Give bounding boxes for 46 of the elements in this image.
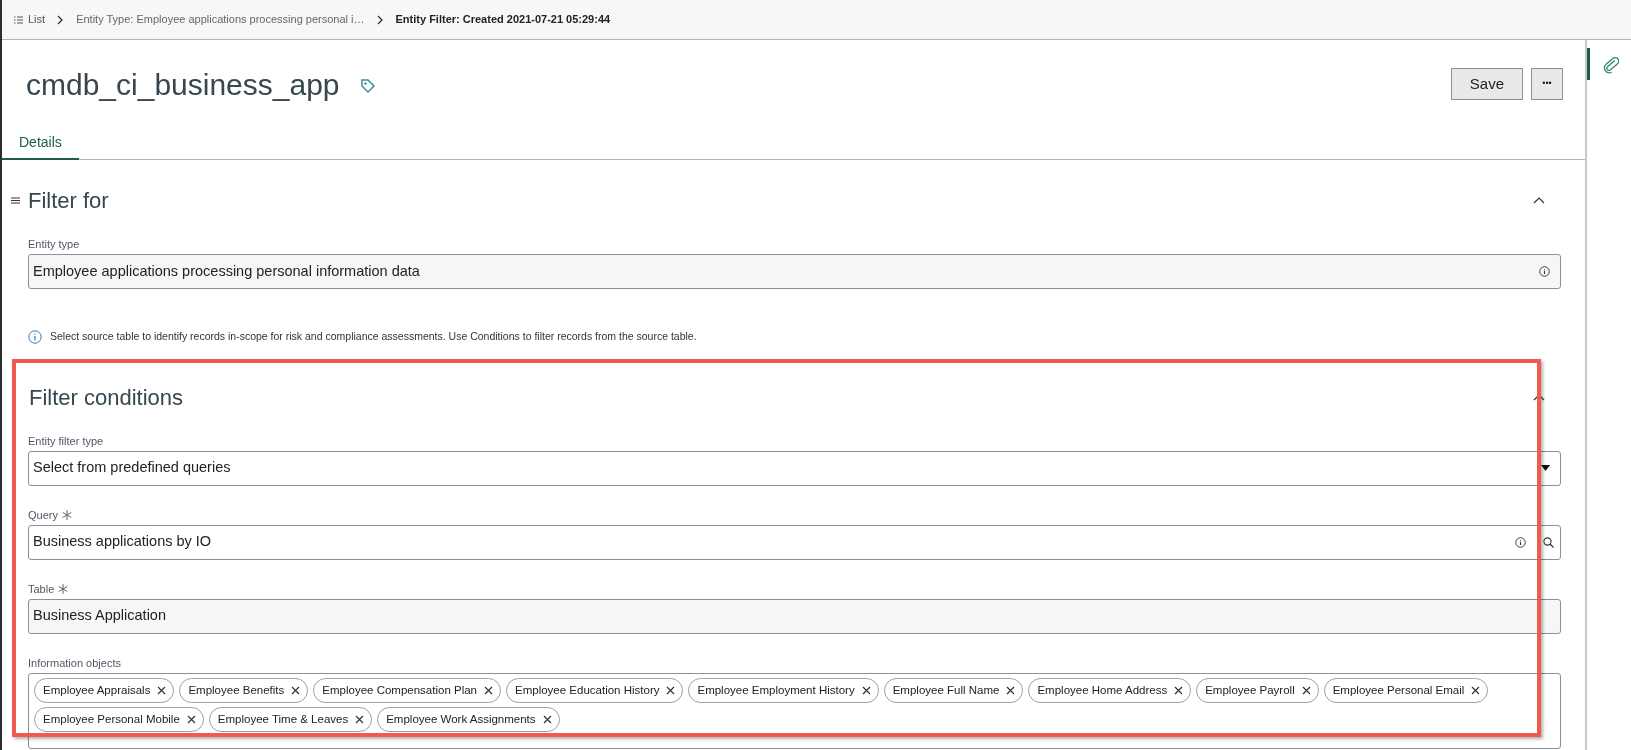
tag-icon[interactable] xyxy=(359,78,376,94)
remove-icon[interactable] xyxy=(666,685,676,695)
input-field[interactable]: Business applications by IO xyxy=(28,524,1561,560)
list-icon xyxy=(14,15,23,24)
field-label: Entity filter type xyxy=(28,433,104,449)
info-icon xyxy=(28,329,42,344)
list-link[interactable]: List xyxy=(14,11,46,28)
field-label: Information objects xyxy=(28,655,121,671)
section-heading: Filter for xyxy=(28,187,109,215)
collapse-icon[interactable] xyxy=(1533,197,1545,204)
section-heading: Filter conditions xyxy=(29,383,184,412)
details-tab[interactable]: Details xyxy=(2,126,79,160)
field-label: Table xyxy=(28,581,55,597)
remove-icon[interactable] xyxy=(1006,685,1016,695)
remove-icon[interactable] xyxy=(157,685,167,695)
remove-icon[interactable] xyxy=(355,714,365,724)
dropdown-icon xyxy=(1541,465,1550,472)
remove-icon[interactable] xyxy=(484,685,493,695)
input-field: Business Application xyxy=(28,598,1561,634)
drag-handle-icon[interactable] xyxy=(11,197,20,204)
remove-icon[interactable] xyxy=(1301,685,1311,695)
remove-icon[interactable] xyxy=(291,685,301,695)
info-message: Select source table to identify records in-scope for risk and compliance assessments. Use Conditions to filter records from the source table. xyxy=(50,329,697,344)
required-icon xyxy=(61,509,72,520)
paperclip-icon[interactable] xyxy=(1603,56,1619,74)
breadcrumb-link[interactable]: Entity Type: Employee applications processing personal i… xyxy=(76,11,365,28)
search-icon[interactable] xyxy=(1543,536,1554,548)
required-icon xyxy=(58,583,69,594)
tag-field[interactable] xyxy=(28,672,1561,749)
record-title: cmdb_ci_business_app xyxy=(26,67,340,100)
remove-icon[interactable] xyxy=(861,685,871,695)
info-icon xyxy=(1539,266,1550,277)
input-field: Employee applications processing personal information data xyxy=(28,254,1561,289)
save-button[interactable]: Save xyxy=(1450,68,1523,100)
field-label: Entity type xyxy=(28,236,80,252)
chevron-right-icon xyxy=(376,14,384,25)
breadcrumb-current: Entity Filter: Created 2021-07-21 05:29:44 xyxy=(395,12,611,28)
chevron-right-icon xyxy=(57,14,65,25)
remove-icon[interactable] xyxy=(1471,685,1481,695)
info-icon xyxy=(1515,536,1526,548)
remove-icon[interactable] xyxy=(1174,685,1184,695)
remove-icon[interactable] xyxy=(542,714,552,724)
field-label: Query xyxy=(28,507,58,523)
more-button[interactable]: ••• xyxy=(1531,68,1563,100)
remove-icon[interactable] xyxy=(186,714,196,724)
select-field[interactable]: Select from predefined queries xyxy=(28,450,1561,486)
